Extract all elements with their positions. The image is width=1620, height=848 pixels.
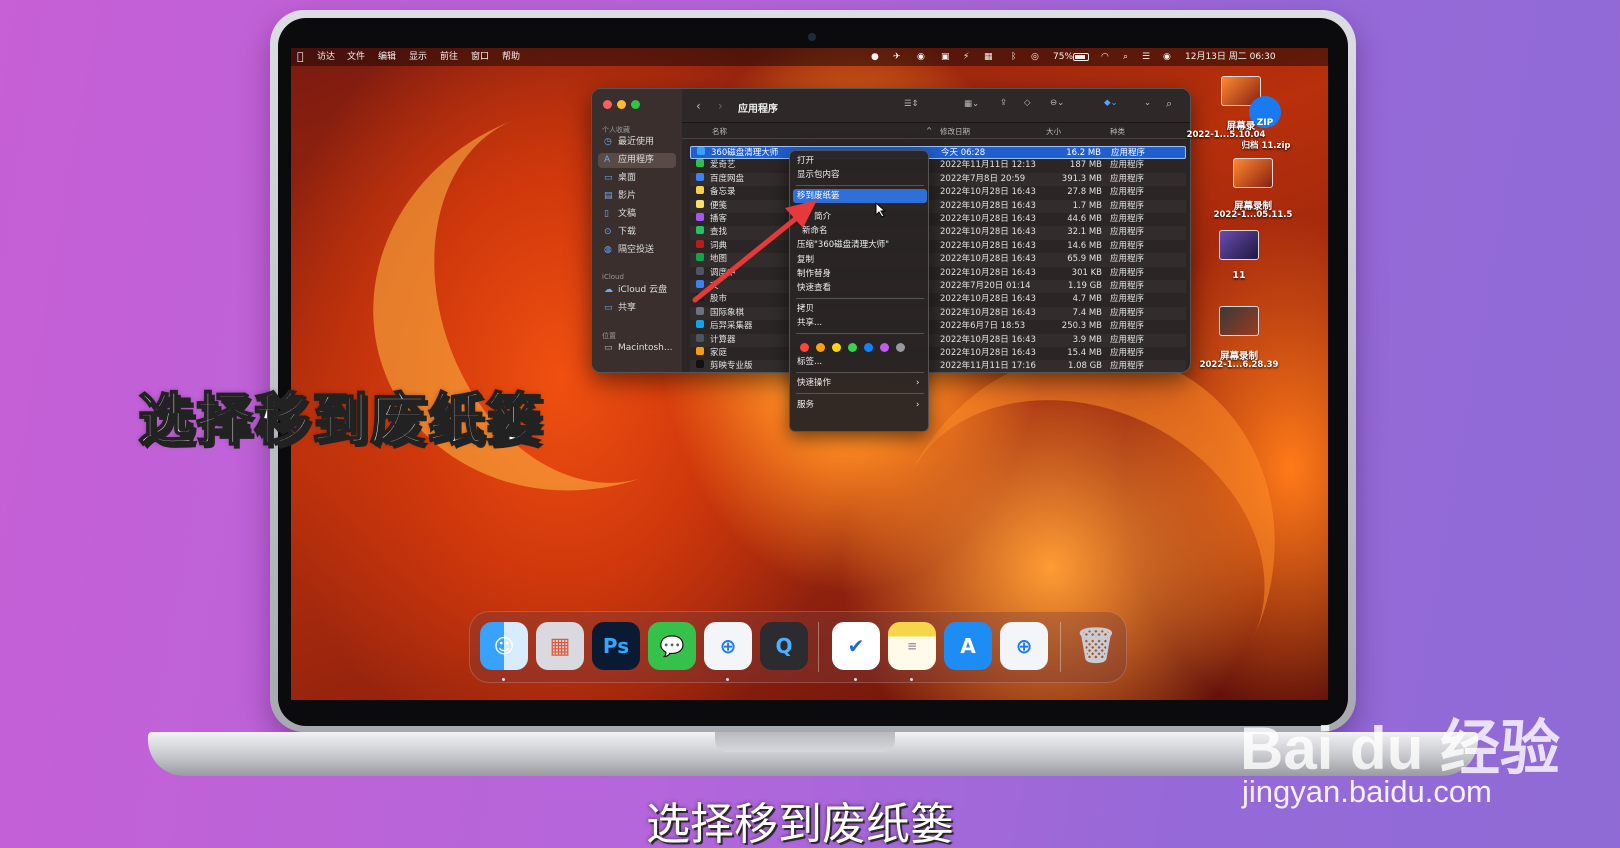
caption-overlay: 选择移到废纸篓 [137, 387, 544, 454]
messages-app-icon[interactable]: 💬 [648, 622, 696, 670]
dock-divider [818, 622, 819, 672]
watermark-url: jingyan.baidu.com [1242, 774, 1492, 809]
desktop-screen:  访达 文件 编辑 显示 前往 窗口 帮助 ● ✈ ◉ ▣ ⚡ ▦ ᛒ ◎ 7… [291, 48, 1328, 700]
launchpad-app-icon[interactable]: ▦ [536, 622, 584, 670]
desktop-item-label[interactable]: 11 [1194, 270, 1284, 281]
finder-app-icon[interactable]: ☺ [480, 622, 528, 670]
screen-recording-thumbnail[interactable] [1233, 158, 1273, 188]
mouse-pointer-icon [875, 202, 887, 218]
dock-divider [1060, 622, 1061, 672]
running-indicator [726, 678, 729, 681]
running-indicator [910, 678, 913, 681]
trash-icon[interactable]: 🗑 [1072, 622, 1120, 670]
quicktime-app-icon[interactable]: Q [760, 622, 808, 670]
screen-recording-thumbnail[interactable] [1219, 306, 1259, 336]
running-indicator [502, 678, 505, 681]
desktop-item-label[interactable]: 归档 11.zip [1221, 139, 1311, 151]
running-indicator [854, 678, 857, 681]
safari-app-icon[interactable]: ⊕ [1000, 622, 1048, 670]
photoshop-app-icon[interactable]: Ps [592, 622, 640, 670]
desktop-item-label[interactable]: 2022-1...6.28.39 [1194, 360, 1284, 370]
annotation-arrow [692, 200, 817, 303]
safari-app-icon[interactable]: ⊕ [704, 622, 752, 670]
notes-app-icon[interactable]: ≡ [888, 622, 936, 670]
app-store-app-icon[interactable]: A [944, 622, 992, 670]
desktop-item-label[interactable]: 2022-1...05.11.5 [1208, 210, 1298, 220]
camera-icon [808, 33, 816, 41]
screenshot-thumbnail[interactable] [1219, 230, 1259, 260]
subtitle-caption: 选择移到废纸篓 [646, 799, 954, 848]
dock: ☺ ▦ Ps 💬 ⊕ Q ✔ ≡ A ⊕ 🗑 [469, 611, 1127, 683]
feishu-app-icon[interactable]: ✔ [832, 622, 880, 670]
laptop-notch [715, 732, 895, 752]
